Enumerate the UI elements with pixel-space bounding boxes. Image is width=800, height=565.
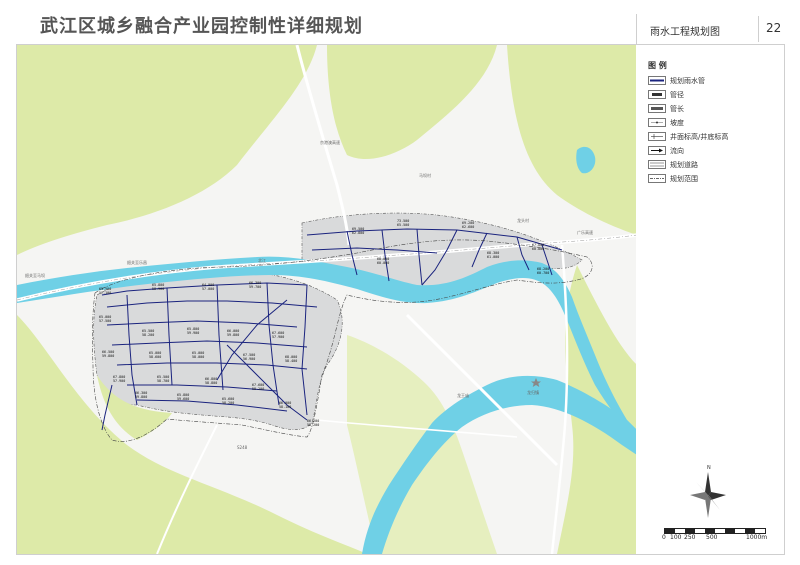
pipe-elevation-label: 64.900 57.000 [202,283,215,291]
sheet-name: 雨水工程规划图 [650,27,720,38]
pipe-elevation-label: 66.800 58.800 [205,377,218,385]
place-label: 马坝村 [419,173,431,178]
road-label: 龙王庙 [457,393,469,398]
pipe-elevation-label: 65.600 58.200 [222,397,235,405]
pipe-elevation-label: 65.800 58.900 [152,283,165,291]
place-label: 龙归镇 [527,390,539,395]
legend-item-planned-storm-pipe: 规划雨水管 [648,75,705,86]
legend-label: 管径 [670,90,684,99]
manhole-elevation-icon [648,132,666,141]
pipe-elevation-label: 66.300 59.800 [135,391,148,399]
pipe-elevation-label: 66.000 59.800 [227,329,240,337]
pipe-elevation-label: 69.500 62.800 [352,227,365,235]
legend-label: 规划雨水管 [670,76,705,85]
page-title: 武江区城乡融合产业园控制性详细规划 [40,16,363,37]
legend-item-planned-road: 规划道路 [648,159,698,170]
legend-label: 流向 [670,146,684,155]
legend-title: 图 例 [648,61,667,70]
pipe-elevation-label: 69.200 62.600 [462,221,475,229]
planned-road-icon [648,160,666,169]
pipe-elevation-label: 66.200 58.200 [307,419,320,427]
sheet-number: 22 [766,21,782,35]
pipe-elevation-label: 68.200 60.700 [537,267,550,275]
flow-direction-arrow-icon [648,146,666,155]
road-label: 广乐高速 [577,230,593,235]
legend-label: 井面标高/井底标高 [670,132,729,141]
legend-label: 规划道路 [670,160,698,169]
scale-tick-label: 100 [670,534,682,541]
pipe-elevation-label: 65.800 59.600 [177,393,190,401]
road-label: 韶关至乐昌 [127,260,147,265]
pipe-elevation-label: 66.500 59.800 [102,350,115,358]
pipe-elevation-label: 66.000 58.100 [279,401,292,409]
pipe-elevation-label: 65.000 58.000 [192,351,205,359]
map-viewport[interactable]: 马坝村 龙头村 龙归镇 韶关至马坝 京港澳高速 广乐高速 韶关至乐昌 S248 … [16,44,638,555]
map-canvas [17,45,637,554]
pipe-elevation-label: 67.600 58.200 [252,383,265,391]
legend-item-pipe-length: 管长 [648,103,684,114]
pipe-elevation-label: 67.500 56.900 [243,353,256,361]
pipe-elevation-label: 66.300 59.700 [249,281,262,289]
sheet-separator [758,16,759,42]
road-label: 韶关至马坝 [25,273,45,278]
legend-label: 坡度 [670,118,684,127]
pipe-elevation-label: 65.000 58.600 [149,351,162,359]
scale-tick-label: 1000m [746,534,768,541]
pipe-elevation-label: 65.800 59.900 [187,327,200,335]
pipe-elevation-label: 67.600 57.900 [272,331,285,339]
pipe-elevation-label: 67.800 60.800 [532,243,545,251]
pipe-elevation-label: 65.000 57.500 [99,315,112,323]
pipe-diameter-icon [648,90,666,99]
scale-tick-label: 0 [662,534,666,541]
pipe-elevation-label: 73.500 65.500 [397,219,410,227]
road-label: 京港澳高速 [320,140,340,145]
pipe-elevation-label: 68.000 60.000 [377,257,390,265]
river-label: 北江 [258,258,266,263]
pipe-elevation-label: 68.000 58.400 [285,355,298,363]
legend-item-manhole-elevation: 井面标高/井底标高 [648,131,728,142]
planning-boundary-icon [648,174,666,183]
scale-tick-label: 250 [684,534,696,541]
planned-storm-pipe-icon [648,76,666,85]
pipe-elevation-label: 68.300 61.000 [487,251,500,259]
slope-icon [648,118,666,127]
pipe-elevation-label: 65.500 58.200 [142,329,155,337]
road-label: S248 [237,445,248,450]
scale-tick-label: 500 [706,534,718,541]
legend-label: 规划范围 [670,174,698,183]
pipe-elevation-label: 65.500 58.700 [157,375,170,383]
pipe-elevation-label: 65.500 57.100 [99,287,112,295]
pipe-length-icon [648,104,666,113]
pipe-elevation-label: 67.800 57.900 [113,375,126,383]
legend-item-slope: 坡度 [648,117,684,128]
north-arrow-icon [690,472,726,518]
place-label: 龙头村 [517,218,529,223]
legend-item-planning-boundary: 规划范围 [648,173,698,184]
legend-item-flow-direction: 流向 [648,145,684,156]
legend-item-pipe-diameter: 管径 [648,89,684,100]
legend-label: 管长 [670,104,684,113]
